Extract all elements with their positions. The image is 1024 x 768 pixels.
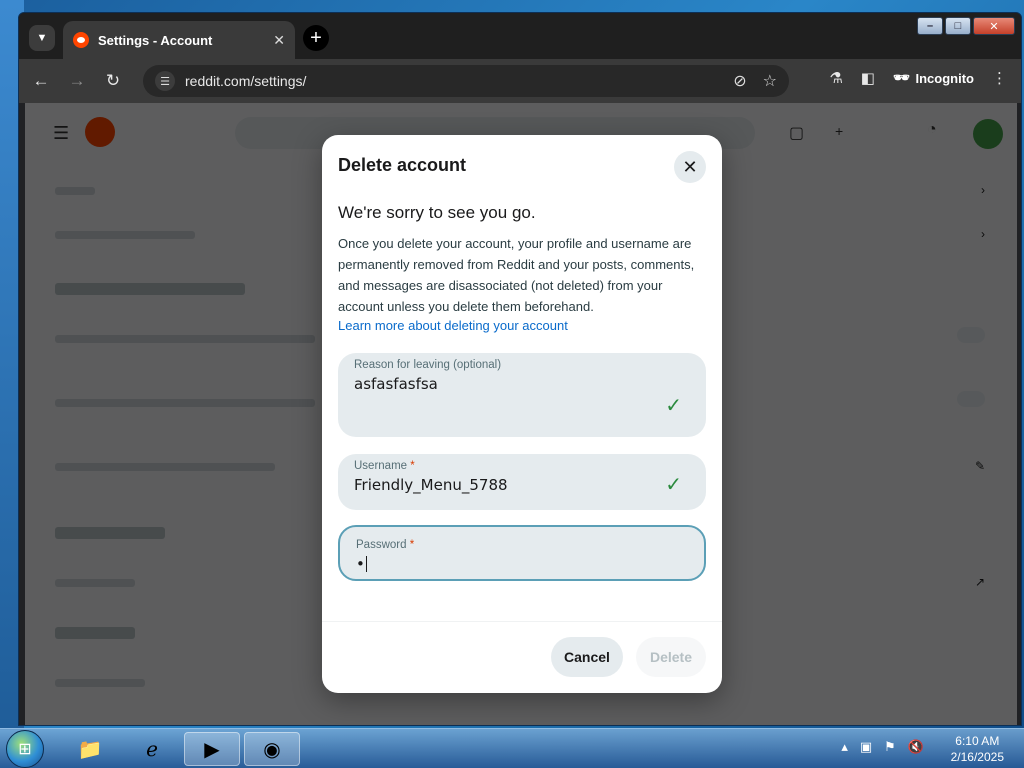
media-player-icon[interactable]: ▶: [184, 732, 240, 766]
flag-icon[interactable]: ⚑: [884, 739, 896, 755]
minimize-button[interactable]: –: [917, 17, 943, 35]
password-label-text: Password: [356, 539, 407, 551]
incognito-indicator[interactable]: 🕶 Incognito: [893, 70, 974, 86]
username-value[interactable]: Friendly_Menu_5788: [354, 476, 690, 494]
eye-off-icon[interactable]: ⊘: [733, 71, 746, 91]
tab-list-icon[interactable]: ▼: [29, 25, 55, 51]
system-tray: ▴ ▣ ⚑ 🔇: [841, 739, 924, 755]
username-field[interactable]: Username * Friendly_Menu_5788 ✓: [338, 454, 706, 510]
check-icon: ✓: [665, 395, 682, 417]
window-controls: – □ ✕: [917, 17, 1015, 35]
tab-title: Settings - Account: [98, 32, 213, 48]
password-value[interactable]: •: [356, 555, 688, 573]
start-orb-icon[interactable]: ⊞: [6, 730, 44, 768]
maximize-button[interactable]: □: [945, 17, 971, 35]
app-icon[interactable]: ◉: [244, 732, 300, 766]
clock-date: 2/16/2025: [950, 750, 1004, 764]
tab-settings-account[interactable]: Settings - Account ✕: [63, 21, 295, 59]
dialog-subtitle: We're sorry to see you go.: [338, 203, 536, 222]
labs-icon[interactable]: ⚗: [829, 69, 842, 87]
ie-icon[interactable]: ℯ: [124, 732, 180, 766]
dialog-description: Once you delete your account, your profi…: [338, 236, 695, 314]
tab-strip: ▼ Settings - Account ✕ +: [19, 13, 1021, 59]
tray-expand-icon[interactable]: ▴: [841, 739, 848, 755]
new-tab-button[interactable]: +: [303, 25, 329, 51]
tab-close-icon[interactable]: ✕: [273, 32, 285, 49]
password-masked-text: •: [356, 555, 365, 573]
reddit-favicon-icon: [73, 32, 89, 48]
clock[interactable]: 6:10 AM 2/16/2025: [951, 733, 1004, 765]
required-mark: *: [410, 460, 415, 472]
required-mark: *: [409, 539, 415, 551]
address-bar[interactable]: ☰ reddit.com/settings/ ⊘ ☆: [143, 65, 789, 97]
reason-field[interactable]: Reason for leaving (optional) asfasfasfs…: [338, 353, 706, 437]
username-label: Username *: [354, 460, 690, 472]
password-field[interactable]: Password * •: [338, 525, 706, 581]
kebab-menu-icon[interactable]: ⋮: [992, 69, 1007, 87]
site-info-icon[interactable]: ☰: [155, 71, 175, 91]
window-close-button[interactable]: ✕: [973, 17, 1015, 35]
toolbar-right: ⚗ ◧ 🕶 Incognito ⋮: [829, 69, 1007, 87]
dialog-title: Delete account: [338, 155, 467, 175]
star-icon[interactable]: ☆: [763, 71, 777, 91]
taskbar: ⊞ 📁 ℯ ▶ ◉ ▴ ▣ ⚑ 🔇 6:10 AM 2/16/2025: [0, 728, 1024, 768]
network-icon[interactable]: ▣: [860, 739, 872, 755]
close-icon[interactable]: ✕: [674, 151, 706, 183]
clock-time: 6:10 AM: [955, 734, 1000, 748]
side-panel-icon[interactable]: ◧: [861, 69, 875, 87]
cancel-button[interactable]: Cancel: [551, 637, 623, 677]
reason-value[interactable]: asfasfasfsa: [354, 375, 690, 393]
incognito-icon: 🕶: [892, 70, 910, 85]
forward-arrow-icon[interactable]: →: [63, 67, 91, 95]
volume-mute-icon[interactable]: 🔇: [908, 739, 924, 755]
reload-icon[interactable]: ↻: [99, 67, 127, 95]
delete-account-dialog: Delete account ✕ We're sorry to see you …: [322, 135, 722, 693]
browser-toolbar: ← → ↻ ☰ reddit.com/settings/ ⊘ ☆ ⚗ ◧ 🕶 I…: [19, 59, 1021, 103]
username-label-text: Username: [354, 460, 408, 472]
explorer-icon[interactable]: 📁: [62, 732, 118, 766]
incognito-label: Incognito: [915, 70, 975, 86]
back-arrow-icon[interactable]: ←: [27, 67, 55, 95]
text-cursor: [365, 556, 367, 572]
check-icon: ✓: [665, 474, 682, 496]
password-label: Password *: [356, 539, 688, 551]
learn-more-link[interactable]: Learn more about deleting your account: [338, 318, 568, 333]
reason-label: Reason for leaving (optional): [354, 359, 502, 371]
dialog-footer-divider: [322, 621, 722, 622]
delete-button[interactable]: Delete: [636, 637, 706, 677]
url-text[interactable]: reddit.com/settings/: [185, 73, 717, 89]
